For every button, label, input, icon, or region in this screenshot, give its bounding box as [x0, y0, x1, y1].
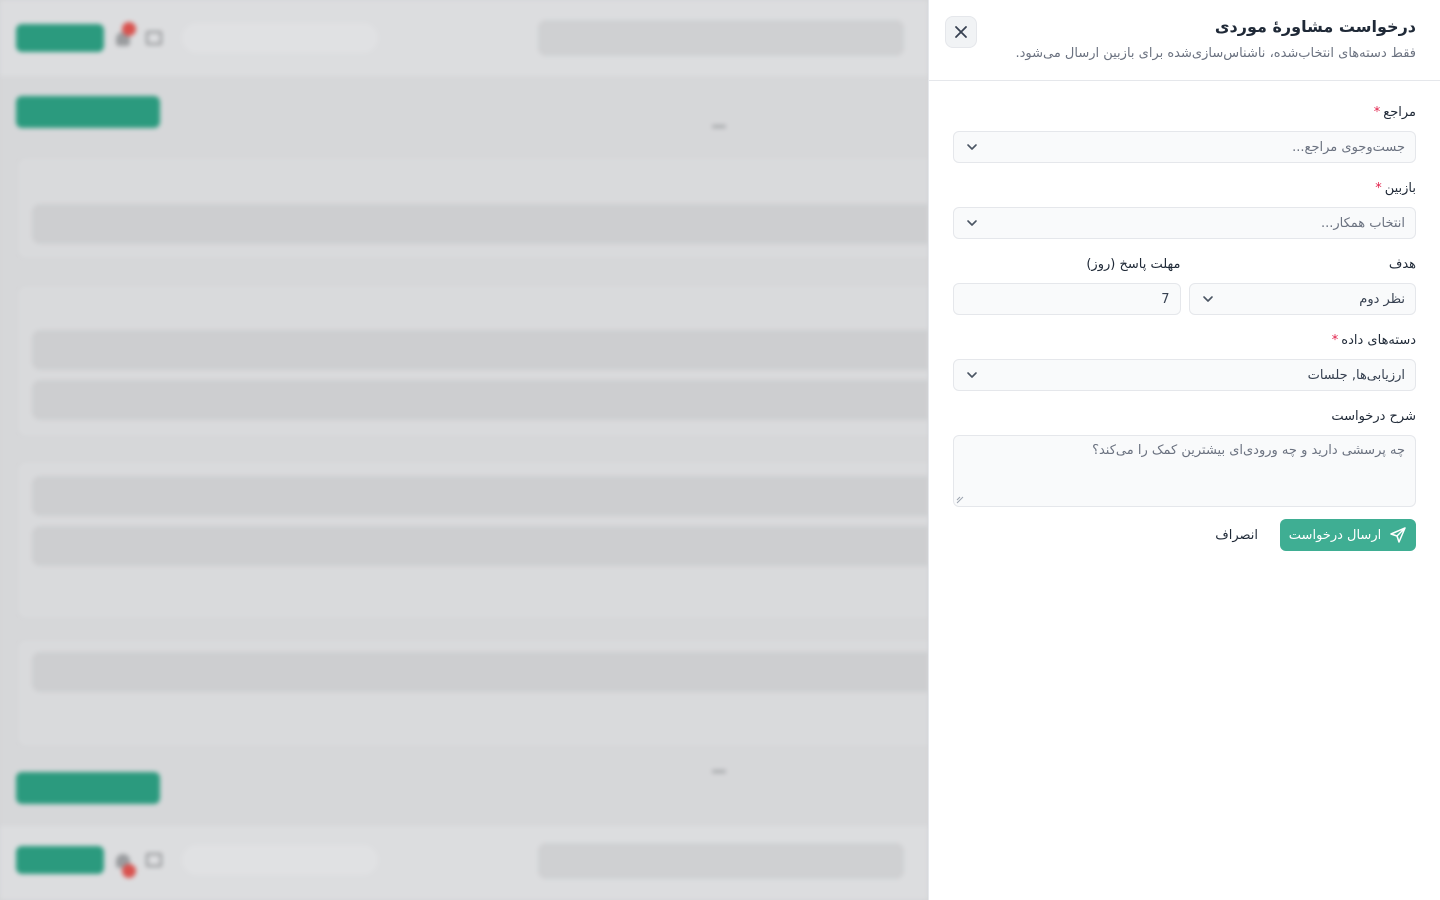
chevron-down-icon: [964, 215, 980, 231]
chevron-down-icon: [1200, 291, 1216, 307]
datasets-label-text: دسته‌های داده: [1341, 333, 1416, 348]
deadline-label: مهلت پاسخ (روز): [1086, 257, 1181, 272]
description-placeholder: چه پرسشی دارید و چه ورودی‌ای بیشترین کمک…: [1092, 443, 1405, 458]
deadline-group: مهلت پاسخ (روز) 7: [953, 255, 1181, 331]
bg-row: [32, 204, 928, 244]
required-marker: *: [1373, 105, 1381, 120]
submit-request-button[interactable]: ارسال درخواست: [1280, 519, 1416, 551]
bg-consult-button-2: [16, 772, 160, 804]
bg-new-button-2: [16, 846, 104, 874]
send-icon: [1390, 527, 1406, 543]
description-label: شرح درخواست: [1331, 409, 1416, 424]
close-icon: [955, 26, 967, 38]
reviewer-label: بازبین*: [953, 179, 1416, 199]
drawer-header: درخواست مشاورهٔ موردی فقط دسته‌های انتخا…: [929, 0, 1440, 81]
description-textarea[interactable]: چه پرسشی دارید و چه ورودی‌ای بیشترین کمک…: [953, 435, 1416, 507]
bg-divider: [712, 125, 726, 128]
bg-row: [32, 476, 928, 516]
bg-consult-button: [16, 96, 160, 128]
resize-handle-icon[interactable]: [956, 496, 964, 504]
chevron-down-icon: [964, 367, 980, 383]
deadline-value: 7: [1161, 291, 1170, 307]
submit-label: ارسال درخواست: [1288, 527, 1382, 543]
client-label-text: مراجع: [1383, 105, 1416, 120]
bg-row: [32, 380, 928, 420]
bg-search-bar: [538, 843, 904, 879]
consultation-form: مراجع* جست‌وجوی مراجع... بازبین* انتخاب …: [929, 81, 1440, 551]
goal-select[interactable]: نظر دوم: [1188, 283, 1416, 315]
reviewer-select[interactable]: انتخاب همکار...: [953, 207, 1416, 239]
bg-row: [32, 526, 928, 566]
bg-new-button: [16, 24, 104, 52]
deadline-days-input[interactable]: 7: [953, 283, 1181, 315]
background-app: [0, 0, 928, 900]
reviewer-label-text: بازبین: [1384, 181, 1416, 196]
datasets-multiselect[interactable]: ارزیابی‌ها, جلسات: [953, 359, 1416, 391]
bg-notification-badge: [122, 22, 136, 36]
bg-divider: [712, 770, 726, 773]
client-search-select[interactable]: جست‌وجوی مراجع...: [953, 131, 1416, 163]
client-placeholder: جست‌وجوی مراجع...: [1292, 139, 1405, 155]
bg-calendar-icon: [146, 31, 162, 45]
bg-row: [32, 652, 928, 692]
bg-row: [32, 330, 928, 370]
bg-date-pill: [182, 23, 378, 53]
consultation-drawer: درخواست مشاورهٔ موردی فقط دسته‌های انتخا…: [928, 0, 1440, 900]
reviewer-placeholder: انتخاب همکار...: [1320, 215, 1405, 231]
drawer-title: درخواست مشاورهٔ موردی: [1214, 17, 1416, 36]
close-button[interactable]: [945, 16, 977, 48]
required-marker: *: [1375, 181, 1382, 196]
goal-group: هدف نظر دوم: [1188, 255, 1416, 331]
required-marker: *: [1331, 333, 1339, 348]
bg-notification-badge: [122, 864, 136, 878]
bg-date-pill: [182, 845, 378, 875]
goal-deadline-row: هدف نظر دوم مهلت پاسخ (روز) 7: [953, 255, 1416, 331]
datasets-label: دسته‌های داده*: [953, 331, 1416, 351]
drawer-subtitle: فقط دسته‌های انتخاب‌شده، ناشناس‌سازی‌شده…: [1015, 46, 1416, 61]
form-actions: انصراف ارسال درخواست: [953, 519, 1416, 551]
goal-value: نظر دوم: [1359, 291, 1405, 307]
bg-search-bar: [538, 20, 904, 56]
client-label: مراجع*: [953, 103, 1416, 123]
datasets-value: ارزیابی‌ها, جلسات: [1307, 367, 1405, 383]
cancel-button[interactable]: انصراف: [1211, 528, 1262, 543]
goal-label: هدف: [1388, 257, 1416, 272]
bg-calendar-icon: [146, 853, 162, 867]
chevron-down-icon: [964, 139, 980, 155]
